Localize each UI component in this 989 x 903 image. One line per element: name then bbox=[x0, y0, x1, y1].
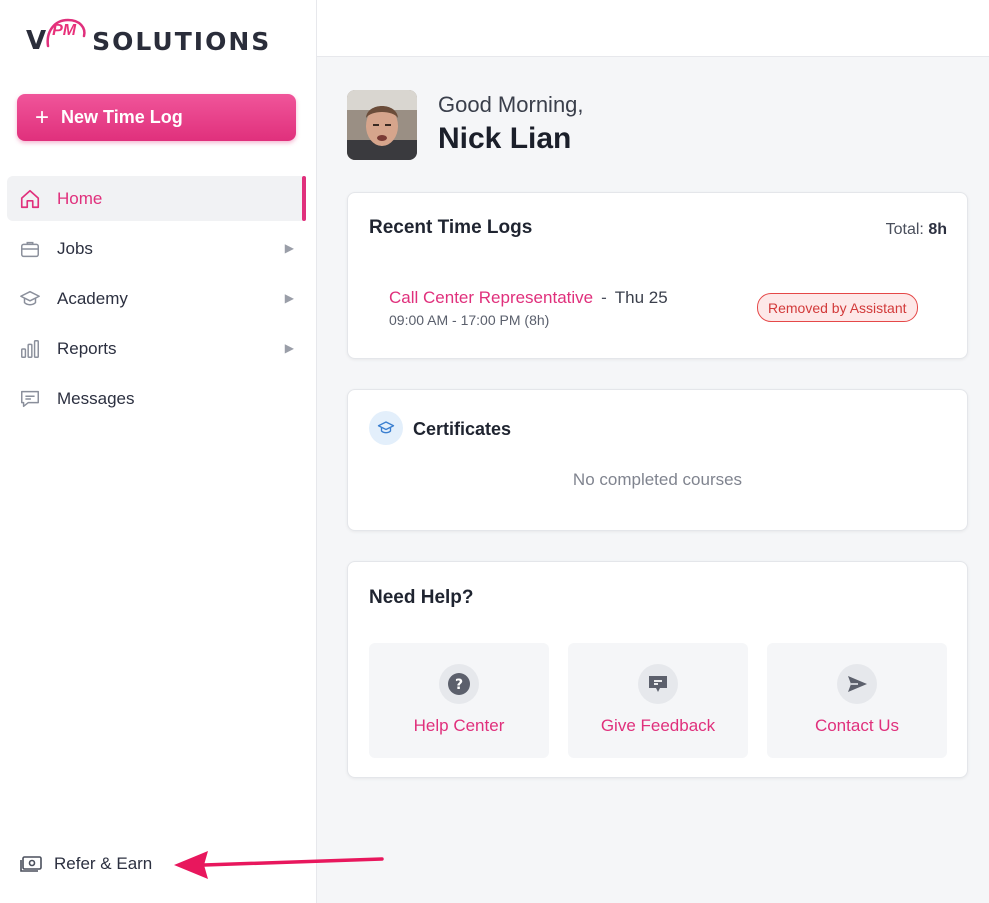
logo-name: SOLUTIONS bbox=[92, 27, 272, 56]
total-value: 8h bbox=[928, 221, 947, 238]
home-icon bbox=[17, 186, 43, 212]
job-link[interactable]: Call Center Representative bbox=[389, 288, 593, 307]
separator: - bbox=[601, 288, 607, 307]
sidebar-item-reports[interactable]: Reports ▶ bbox=[7, 326, 306, 371]
help-center-button[interactable]: ? Help Center bbox=[369, 643, 549, 758]
message-icon bbox=[17, 386, 43, 412]
caret-right-icon: ▶ bbox=[284, 291, 294, 305]
status-badge: Removed by Assistant bbox=[757, 293, 918, 322]
plus-icon: + bbox=[35, 103, 50, 131]
sidebar-item-messages[interactable]: Messages bbox=[7, 376, 306, 421]
graduation-cap-icon bbox=[17, 286, 43, 312]
sidebar-item-label: Reports bbox=[57, 338, 117, 358]
sidebar-item-academy[interactable]: Academy ▶ bbox=[7, 276, 306, 321]
refer-and-earn-link[interactable]: Refer & Earn bbox=[18, 851, 152, 877]
contact-us-button[interactable]: Contact Us bbox=[767, 643, 947, 758]
bar-chart-icon bbox=[17, 336, 43, 362]
give-feedback-button[interactable]: Give Feedback bbox=[568, 643, 748, 758]
certificates-card: Certificates No completed courses bbox=[347, 389, 968, 531]
user-name: Nick Lian bbox=[438, 122, 572, 155]
sidebar: V PM SOLUTIONS + New Time Log Home Jobs … bbox=[0, 0, 317, 903]
card-title: Certificates bbox=[413, 419, 512, 439]
contact-us-label: Contact Us bbox=[814, 716, 900, 735]
briefcase-icon bbox=[17, 236, 43, 262]
avatar[interactable] bbox=[347, 90, 417, 160]
card-title: Recent Time Logs bbox=[369, 217, 533, 238]
brand-logo[interactable]: V PM SOLUTIONS bbox=[26, 14, 271, 54]
total-hours: Total: 8h bbox=[886, 221, 947, 239]
money-icon bbox=[18, 851, 44, 877]
empty-state: No completed courses bbox=[572, 470, 743, 489]
svg-text:?: ? bbox=[455, 677, 463, 693]
time-log-entry[interactable]: Call Center Representative - Thu 25 bbox=[389, 288, 668, 308]
recent-time-logs-card: Recent Time Logs Total: 8h Call Center R… bbox=[347, 192, 968, 359]
feedback-icon bbox=[638, 664, 678, 704]
help-center-label: Help Center bbox=[413, 716, 505, 735]
give-feedback-label: Give Feedback bbox=[600, 716, 716, 735]
new-time-log-label: New Time Log bbox=[61, 107, 183, 127]
question-icon: ? bbox=[439, 664, 479, 704]
sidebar-item-home[interactable]: Home bbox=[7, 176, 306, 221]
need-help-card: Need Help? ? Help Center Give Feedback C… bbox=[347, 561, 968, 778]
card-title: Need Help? bbox=[369, 587, 474, 608]
caret-right-icon: ▶ bbox=[284, 241, 294, 255]
annotation-arrow bbox=[174, 851, 384, 879]
sidebar-item-label: Messages bbox=[57, 388, 135, 408]
total-label: Total: bbox=[885, 221, 924, 238]
sidebar-item-label: Home bbox=[57, 188, 103, 208]
new-time-log-button[interactable]: + New Time Log bbox=[17, 94, 296, 141]
refer-and-earn-label: Refer & Earn bbox=[54, 854, 153, 873]
sidebar-item-label: Jobs bbox=[57, 238, 93, 258]
send-icon bbox=[837, 664, 877, 704]
caret-right-icon: ▶ bbox=[284, 341, 294, 355]
greeting-text: Good Morning, bbox=[438, 92, 584, 117]
sidebar-item-jobs[interactable]: Jobs ▶ bbox=[7, 226, 306, 271]
logo-mark: PM bbox=[42, 16, 90, 54]
top-bar bbox=[317, 0, 989, 57]
log-day: Thu 25 bbox=[614, 288, 668, 307]
sidebar-item-label: Academy bbox=[57, 288, 128, 308]
graduation-cap-icon bbox=[369, 411, 403, 445]
logo-mark-text: PM bbox=[52, 22, 77, 39]
log-time-range: 09:00 AM - 17:00 PM (8h) bbox=[389, 312, 550, 328]
sidebar-nav: Home Jobs ▶ Academy ▶ Reports ▶ Messages bbox=[7, 176, 306, 426]
